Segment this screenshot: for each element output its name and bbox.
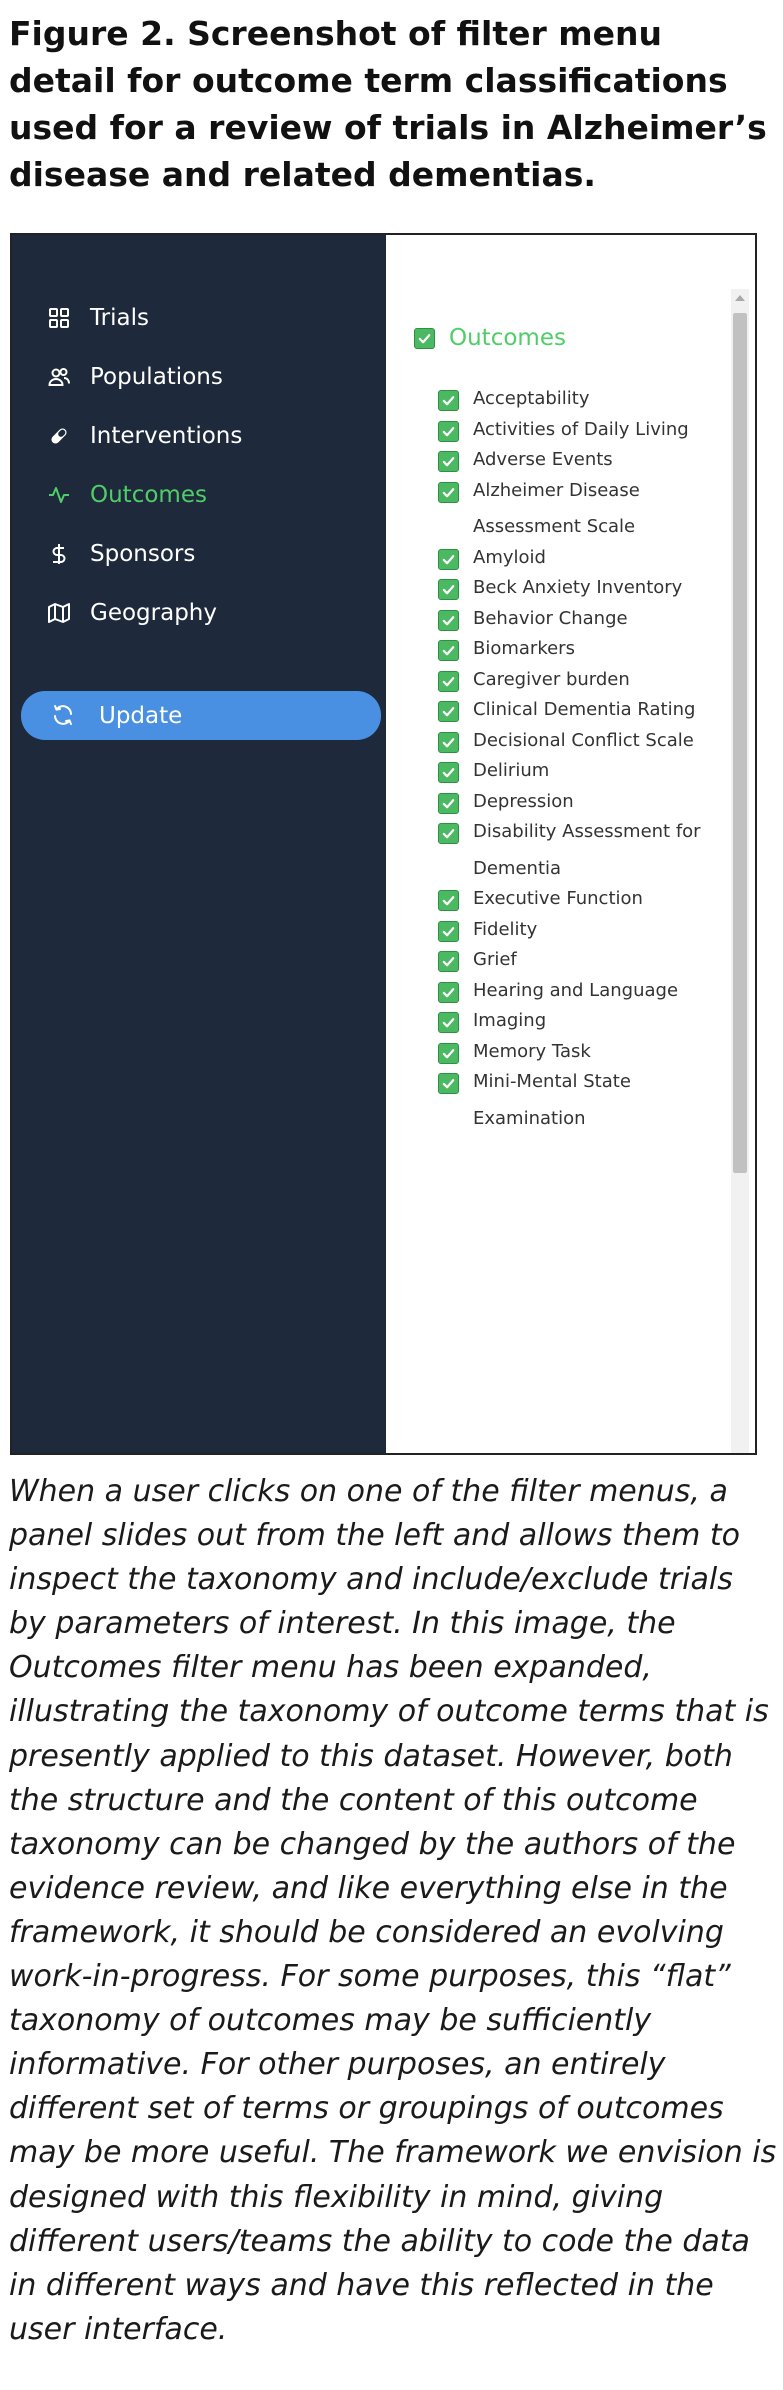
outcome-checkbox[interactable] <box>438 579 459 600</box>
checkmark-icon <box>442 1018 455 1028</box>
checkmark-icon <box>418 333 431 343</box>
scrollbar[interactable] <box>731 289 749 1453</box>
outcome-checkbox[interactable] <box>438 823 459 844</box>
checkmark-icon <box>442 615 455 625</box>
checkmark-icon <box>442 829 455 839</box>
outcome-item[interactable]: Alzheimer Disease Assessment Scale <box>438 479 718 546</box>
grid-icon <box>46 305 72 331</box>
outcome-item[interactable]: Mini-Mental State Examination <box>438 1070 718 1137</box>
checkmark-icon <box>442 798 455 808</box>
sidebar: Trials Populations Interventions Outcome… <box>12 235 386 1453</box>
pill-icon <box>46 423 72 449</box>
checkmark-icon <box>442 487 455 497</box>
outcome-checkbox[interactable] <box>438 951 459 972</box>
outcome-item[interactable]: Disability Assessment for Dementia <box>438 820 718 887</box>
outcome-checkbox[interactable] <box>438 481 459 503</box>
sidebar-item-label: Trials <box>90 305 149 331</box>
app-screenshot: Trials Populations Interventions Outcome… <box>10 233 757 1455</box>
sidebar-item-label: Geography <box>90 600 217 626</box>
outcome-checkbox[interactable] <box>438 920 459 942</box>
sidebar-item-label: Outcomes <box>90 482 207 508</box>
outcome-checkbox[interactable] <box>438 981 459 1003</box>
checkmark-icon <box>442 554 455 564</box>
outcomes-checkbox[interactable] <box>414 327 435 349</box>
checkmark-icon <box>442 676 455 686</box>
outcomes-group-header: Outcomes <box>414 323 566 353</box>
figure-caption: When a user clicks on one of the filter … <box>9 1474 777 2347</box>
refresh-icon <box>51 703 77 729</box>
outcome-checkbox[interactable] <box>438 548 459 570</box>
outcome-label: Mini-Mental State Examination <box>473 1071 631 1129</box>
checkmark-icon <box>442 426 455 436</box>
users-icon <box>46 364 72 390</box>
sidebar-item-populations[interactable]: Populations <box>46 357 223 397</box>
checkmark-icon <box>442 926 455 936</box>
sidebar-item-outcomes[interactable]: Outcomes <box>46 475 207 515</box>
outcomes-filter-panel: Outcomes Acceptability Activities of Dail… <box>386 235 755 1453</box>
outcome-checkbox[interactable] <box>438 640 459 661</box>
outcome-checkbox[interactable] <box>438 890 459 911</box>
outcome-list: Acceptability Activities of Daily Living A… <box>438 387 718 1137</box>
checkmark-icon <box>442 987 455 997</box>
sidebar-item-label: Populations <box>90 364 223 390</box>
checkmark-icon <box>442 396 455 406</box>
dollar-icon <box>46 541 72 567</box>
checkmark-icon <box>442 1048 455 1058</box>
outcome-checkbox[interactable] <box>438 731 459 753</box>
update-button[interactable]: Update <box>21 691 381 740</box>
outcome-checkbox[interactable] <box>438 451 459 472</box>
outcome-label: Disability Assessment for Dementia <box>473 821 701 879</box>
outcome-checkbox[interactable] <box>438 762 459 783</box>
update-label: Update <box>99 702 183 729</box>
outcome-label: Alzheimer Disease Assessment Scale <box>473 479 640 538</box>
scroll-thumb[interactable] <box>733 313 747 1173</box>
outcome-checkbox[interactable] <box>438 670 459 692</box>
checkmark-icon <box>442 896 455 906</box>
outcomes-header-label: Outcomes <box>449 325 566 351</box>
checkmark-icon <box>442 585 455 595</box>
sidebar-item-geography[interactable]: Geography <box>46 593 217 633</box>
checkmark-icon <box>442 707 455 717</box>
sidebar-item-label: Sponsors <box>90 541 196 567</box>
checkmark-icon <box>442 1079 455 1089</box>
sidebar-item-label: Interventions <box>90 423 243 449</box>
figure-title: Figure 2. Screenshot of filter menu deta… <box>9 14 767 194</box>
sidebar-item-sponsors[interactable]: Sponsors <box>46 534 195 574</box>
outcome-checkbox[interactable] <box>438 1012 459 1033</box>
activity-icon <box>46 482 72 508</box>
outcome-checkbox[interactable] <box>438 420 459 442</box>
outcome-checkbox[interactable] <box>438 701 459 722</box>
checkmark-icon <box>442 646 455 656</box>
checkmark-icon <box>442 457 455 467</box>
sidebar-item-trials[interactable]: Trials <box>46 298 149 338</box>
outcome-checkbox[interactable] <box>438 609 459 631</box>
outcome-checkbox[interactable] <box>438 1042 459 1064</box>
outcome-checkbox[interactable] <box>438 1073 459 1094</box>
outcome-checkbox[interactable] <box>438 390 459 411</box>
checkmark-icon <box>442 957 455 967</box>
outcome-checkbox[interactable] <box>438 792 459 814</box>
map-icon <box>46 600 72 626</box>
checkmark-icon <box>442 737 455 747</box>
scroll-up-arrow-icon[interactable] <box>735 295 745 301</box>
sidebar-item-interventions[interactable]: Interventions <box>46 416 242 456</box>
checkmark-icon <box>442 768 455 778</box>
